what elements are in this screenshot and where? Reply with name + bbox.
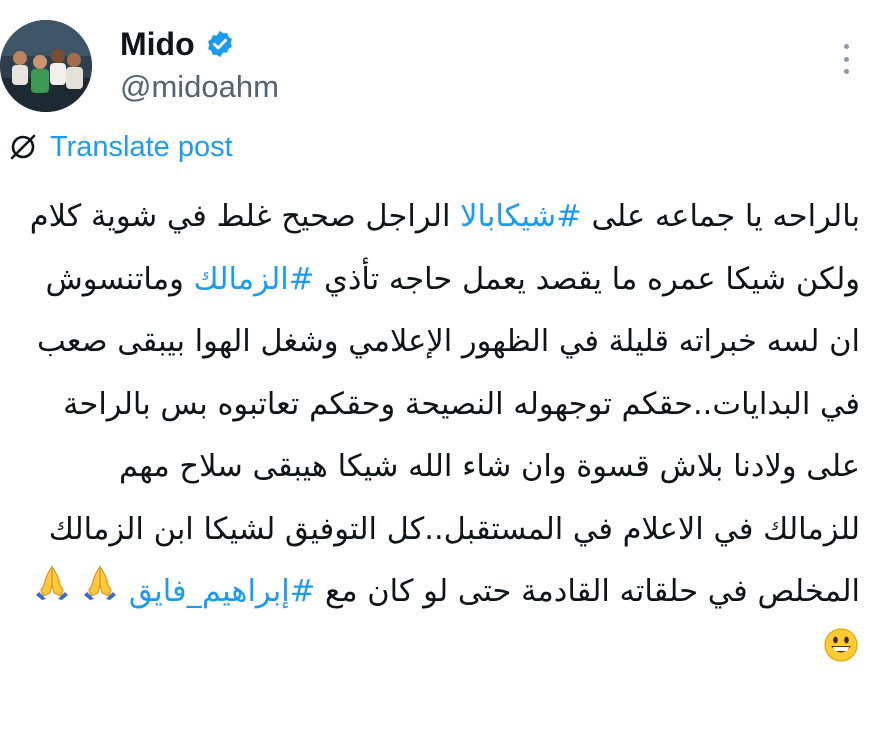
hashtag-link[interactable]: #إبراهيم_فايق: [129, 574, 315, 609]
pray-emoji: [81, 561, 119, 624]
translate-icon: [10, 134, 36, 160]
tweet-text-segment: بالراحه يا جماعه على: [581, 199, 860, 234]
tweet-text: بالراحه يا جماعه على #شيكابالا الراجل صح…: [20, 186, 860, 687]
grinning-emoji: [822, 624, 860, 687]
author-name-row: Mido: [120, 24, 235, 64]
hashtag-link[interactable]: #الزمالك: [194, 262, 315, 297]
translate-post-button[interactable]: Translate post: [6, 128, 233, 166]
author-display-name[interactable]: Mido: [120, 24, 195, 64]
tweet-text-segment: وماتنسوش ان لسه خبراته قليلة في الظهور ا…: [36, 261, 860, 610]
more-options-icon[interactable]: [836, 44, 856, 74]
avatar[interactable]: [0, 20, 92, 112]
verified-badge-icon: [205, 29, 235, 59]
translate-post-label: Translate post: [50, 131, 233, 163]
author-handle[interactable]: @midoahm: [120, 68, 279, 106]
hashtag-link[interactable]: #شيكابالا: [460, 199, 582, 234]
pray-emoji: [33, 561, 71, 624]
